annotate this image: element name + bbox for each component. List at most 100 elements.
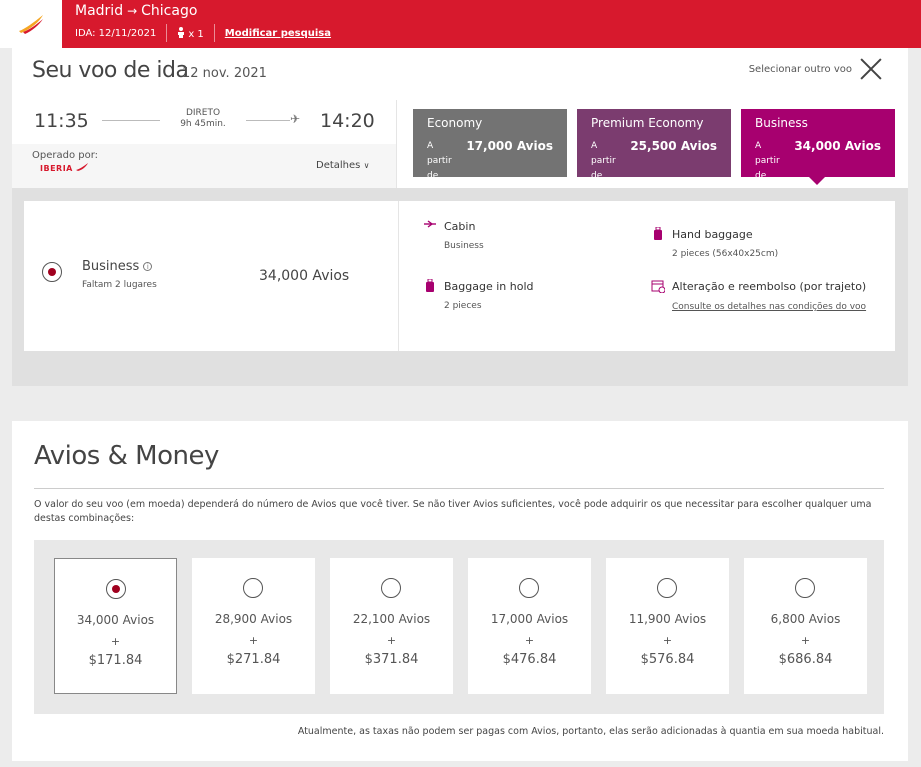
combination-radio[interactable] (243, 578, 263, 598)
hold-baggage-title: Baggage in hold (444, 280, 534, 293)
outbound-date: IDA: 12/11/2021 (75, 27, 157, 39)
plus-sign: + (524, 634, 535, 647)
route-arrow-icon: → (127, 4, 138, 18)
fare-avios: 34,000 Avios (259, 268, 350, 284)
section-description: O valor do seu voo (em moeda) dependerá … (34, 499, 872, 524)
combination-money: $476.84 (502, 652, 557, 667)
combination-avios: 17,000 Avios (490, 612, 569, 626)
combination-money: $686.84 (778, 652, 833, 667)
combination-option[interactable]: 17,000 Avios + $476.84 (468, 558, 591, 694)
cabin-title: Cabin (444, 220, 476, 233)
taxes-note: Atualmente, as taxas não podem ser pagas… (297, 726, 884, 737)
divider (396, 100, 397, 188)
operator-info: Operado por: IBERIA Detalhes ∨ (12, 144, 396, 188)
divider (213, 24, 215, 42)
hand-baggage-title: Hand baggage (672, 228, 753, 241)
destination-city: Chicago (141, 3, 198, 19)
hand-baggage-icon (651, 226, 665, 241)
close-icon[interactable] (860, 58, 882, 80)
payment-combinations: 34,000 Avios + $171.84 28,900 Avios + $2… (34, 540, 884, 714)
flight-duration: 9h 45min. (180, 119, 226, 129)
fare-economy[interactable]: Economy A partir de 17,000 Avios (413, 109, 567, 177)
fare-price: 34,000 Avios (794, 139, 881, 153)
fare-class-label: Business (82, 259, 140, 274)
route-line (102, 120, 160, 121)
iberia-logo-icon (19, 15, 43, 34)
page-title: Seu voo de ida (32, 58, 189, 83)
seats-left: Faltam 2 lugares (82, 280, 157, 290)
plus-sign: + (800, 634, 811, 647)
combination-option[interactable]: 11,900 Avios + $576.84 (606, 558, 729, 694)
combination-option[interactable]: 28,900 Avios + $271.84 (192, 558, 315, 694)
combination-money: $576.84 (640, 652, 695, 667)
plus-sign: + (662, 634, 673, 647)
combination-avios: 6,800 Avios (770, 612, 841, 626)
divider (166, 24, 168, 42)
fare-price: 17,000 Avios (466, 139, 553, 153)
change-refund-title: Alteração e reembolso (por trajeto) (672, 280, 867, 293)
conditions-link[interactable]: Consulte os detalhes nas condições do vo… (672, 297, 872, 317)
combination-radio[interactable] (657, 578, 677, 598)
flight-date: 12 nov. 2021 (182, 66, 267, 81)
operator-logo: IBERIA (40, 163, 89, 173)
direct-label: DIRETO (185, 108, 221, 118)
details-label: Detalhes (316, 160, 361, 171)
plus-sign: + (248, 634, 259, 647)
combination-money: $371.84 (364, 652, 419, 667)
select-other-flight-link[interactable]: Selecionar outro voo (749, 64, 852, 75)
combination-option[interactable]: 34,000 Avios + $171.84 (54, 558, 177, 694)
fare-business[interactable]: Business A partir de 34,000 Avios (741, 109, 895, 177)
combination-avios: 28,900 Avios (214, 612, 293, 626)
fare-price: 25,500 Avios (630, 139, 717, 153)
fare-from-label: A partir de (755, 141, 780, 177)
fare-from-label: A partir de (591, 141, 616, 177)
passenger-count-label: x 1 (188, 28, 204, 40)
passenger-count: x 1 (177, 26, 204, 40)
combination-radio[interactable] (519, 578, 539, 598)
iberia-small-logo-icon (76, 163, 89, 171)
combination-radio[interactable] (795, 578, 815, 598)
modify-search-link[interactable]: Modificar pesquisa (225, 28, 331, 39)
operated-by-label: Operado por: (32, 150, 99, 161)
fare-name: Premium Economy (591, 116, 704, 130)
cabin-seat-icon (423, 219, 437, 233)
section-title: Avios & Money (34, 441, 219, 471)
fare-radio[interactable] (42, 262, 62, 282)
fare-premium-economy[interactable]: Premium Economy A partir de 25,500 Avios (577, 109, 731, 177)
avios-money-section: Avios & Money O valor do seu voo (em moe… (12, 421, 908, 761)
top-bar: Madrid → Chicago IDA: 12/11/2021 x 1 Modif… (0, 0, 921, 48)
divider (34, 488, 884, 489)
combination-avios: 22,100 Avios (352, 612, 431, 626)
fare-name: Business (755, 116, 808, 130)
plus-sign: + (386, 634, 397, 647)
outbound-flight-panel: Seu voo de ida 12 nov. 2021 Selecionar o… (12, 48, 908, 386)
combination-option[interactable]: 22,100 Avios + $371.84 (330, 558, 453, 694)
fare-from-label: A partir de (427, 141, 452, 177)
airplane-icon: ✈ (290, 112, 301, 126)
hand-baggage-value: 2 pieces (56x40x25cm) (672, 249, 779, 259)
fare-name: Economy (427, 116, 483, 130)
departure-time: 11:35 (34, 110, 89, 132)
selected-fare-pointer (809, 177, 825, 185)
combination-option[interactable]: 6,800 Avios + $686.84 (744, 558, 867, 694)
combination-money: $171.84 (88, 653, 143, 668)
passenger-icon (178, 26, 185, 38)
operator-name: IBERIA (40, 164, 73, 173)
iberia-logo[interactable] (0, 0, 62, 48)
details-toggle[interactable]: Detalhes ∨ (316, 160, 369, 171)
plus-sign: + (110, 635, 121, 648)
search-summary: IDA: 12/11/2021 x 1 Modificar pesquisa (75, 24, 331, 42)
fare-class-name: Business i (82, 259, 153, 274)
arrival-time: 14:20 (320, 110, 375, 132)
info-icon[interactable]: i (143, 262, 153, 271)
combination-radio[interactable] (381, 578, 401, 598)
selected-fare-details: Business i Faltam 2 lugares 34,000 Avios … (24, 201, 895, 351)
chevron-down-icon: ∨ (363, 161, 370, 170)
direct-info: DIRETO 9h 45min. (172, 108, 234, 129)
combination-avios: 34,000 Avios (76, 613, 155, 627)
combination-money: $271.84 (226, 652, 281, 667)
combination-avios: 11,900 Avios (628, 612, 707, 626)
calendar-change-icon (651, 279, 666, 294)
divider (398, 201, 399, 351)
combination-radio[interactable] (106, 579, 126, 599)
